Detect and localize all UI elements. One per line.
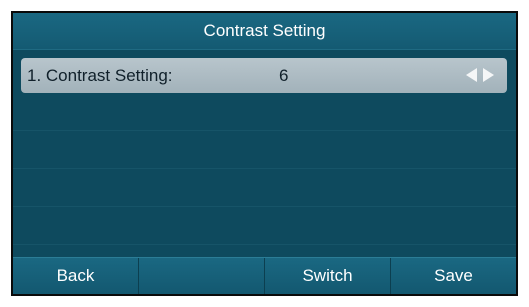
empty-row <box>13 169 516 207</box>
contrast-setting-label: 1. Contrast Setting: <box>27 66 173 85</box>
phone-screen: Contrast Setting 1. Contrast Setting: 6 … <box>11 11 518 296</box>
empty-softkey[interactable] <box>139 258 265 294</box>
arrow-right-icon[interactable] <box>483 68 494 82</box>
back-softkey[interactable]: Back <box>13 258 139 294</box>
settings-list: 1. Contrast Setting: 6 <box>13 50 516 258</box>
contrast-setting-value: 6 <box>279 66 289 85</box>
empty-row <box>13 207 516 245</box>
arrow-left-icon[interactable] <box>466 68 477 82</box>
empty-row <box>13 131 516 169</box>
contrast-setting-row[interactable]: 1. Contrast Setting: 6 <box>21 58 507 93</box>
switch-softkey[interactable]: Switch <box>265 258 391 294</box>
save-softkey[interactable]: Save <box>391 258 516 294</box>
page-title: Contrast Setting <box>13 13 516 50</box>
softkey-bar: Back Switch Save <box>13 257 516 294</box>
empty-row <box>13 93 516 131</box>
